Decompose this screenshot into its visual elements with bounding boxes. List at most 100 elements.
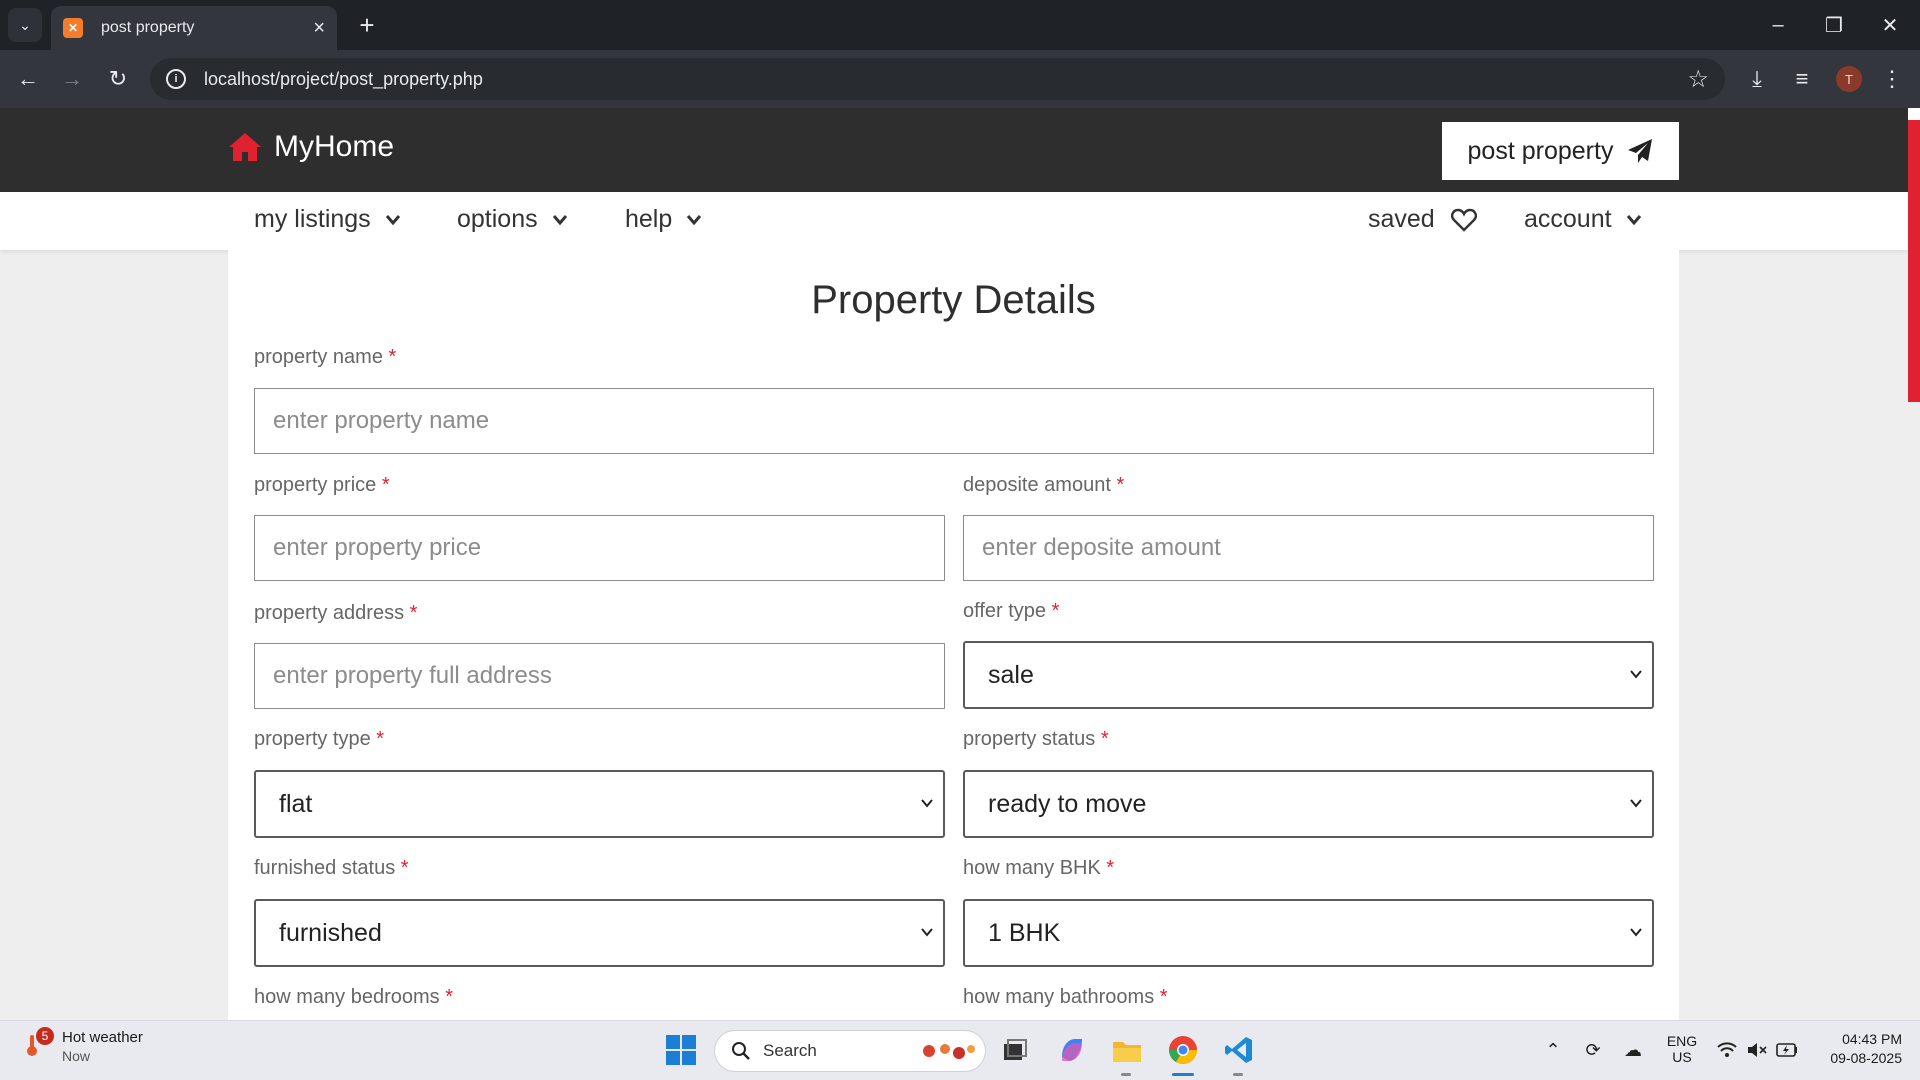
chevron-down-icon <box>1630 799 1642 808</box>
sync-icon[interactable]: ⟳ <box>1582 1039 1604 1061</box>
chevron-up-icon[interactable]: ⌃ <box>1542 1039 1564 1061</box>
offer-type-value: sale <box>988 660 1034 689</box>
chevron-down-icon <box>1630 670 1642 679</box>
download-icon[interactable]: ⤓ <box>1741 63 1773 95</box>
weather-title: Hot weather <box>62 1029 143 1046</box>
wifi-icon[interactable] <box>1716 1039 1738 1061</box>
nav-account[interactable]: account <box>1524 205 1642 234</box>
required-mark: * <box>409 602 418 624</box>
bedrooms-label: how many bedrooms * <box>254 986 453 1009</box>
bhk-label: how many BHK * <box>963 857 1114 880</box>
furnished-status-select[interactable]: furnished <box>254 899 945 967</box>
search-label: Search <box>763 1041 817 1060</box>
home-icon <box>229 133 261 161</box>
nav-help[interactable]: help <box>625 205 702 234</box>
profile-avatar[interactable]: T <box>1836 66 1862 92</box>
copilot-icon[interactable] <box>1055 1033 1089 1067</box>
site-logo[interactable]: MyHome <box>228 130 394 164</box>
vscode-icon[interactable] <box>1222 1033 1256 1067</box>
property-form-card: Property Details property name * enter p… <box>228 250 1679 1020</box>
weather-widget[interactable]: 5 Hot weather Now <box>22 1027 143 1064</box>
required-mark: * <box>1116 474 1125 496</box>
forward-arrow-icon[interactable]: → <box>56 63 88 95</box>
property-type-label: property type * <box>254 728 384 751</box>
chevron-down-icon <box>1630 928 1642 937</box>
bookmark-star-icon[interactable]: ☆ <box>1687 65 1709 94</box>
property-status-select[interactable]: ready to move <box>963 770 1654 838</box>
tab-title: post property <box>101 19 195 36</box>
required-mark: * <box>445 986 454 1008</box>
property-status-label: property status * <box>963 728 1109 751</box>
address-bar[interactable]: i localhost/project/post_property.php ☆ <box>150 58 1725 100</box>
browser-tabstrip: ⌄ ✕ post property × + – ❐ ✕ <box>0 0 1920 50</box>
onedrive-offline-icon[interactable]: ☁ <box>1622 1039 1644 1061</box>
taskbar-search[interactable]: Search <box>714 1030 986 1072</box>
nav-my-listings[interactable]: my listings <box>254 205 401 234</box>
post-property-button[interactable]: post property <box>1442 122 1679 180</box>
scrollbar-track-top <box>1908 108 1920 120</box>
close-window-icon[interactable]: ✕ <box>1870 10 1910 40</box>
bhk-select[interactable]: 1 BHK <box>963 899 1654 967</box>
bedrooms-label-text: how many bedrooms <box>254 986 440 1008</box>
reload-icon[interactable]: ↻ <box>102 63 134 95</box>
nav-options-label: options <box>457 205 538 233</box>
deposite-amount-input[interactable]: enter deposite amount <box>963 515 1654 581</box>
browser-tab-active[interactable]: ✕ post property × <box>51 6 337 50</box>
chrome-icon[interactable] <box>1166 1033 1200 1067</box>
tab-close-icon[interactable]: × <box>313 18 325 38</box>
bathrooms-label: how many bathrooms * <box>963 986 1168 1009</box>
minimize-icon[interactable]: – <box>1758 10 1798 40</box>
property-address-input[interactable]: enter property full address <box>254 643 945 709</box>
volume-muted-icon[interactable] <box>1746 1039 1768 1061</box>
nav-options[interactable]: options <box>457 205 568 234</box>
offer-type-label-text: offer type <box>963 600 1047 622</box>
nav-saved[interactable]: saved <box>1368 205 1477 234</box>
file-explorer-icon[interactable] <box>1110 1033 1144 1067</box>
battery-charging-icon[interactable] <box>1776 1039 1798 1061</box>
windows-start-icon[interactable] <box>666 1035 696 1065</box>
clock[interactable]: 04:43 PM 09-08-2025 <box>1808 1031 1902 1066</box>
search-icon <box>732 1042 750 1060</box>
property-name-label-text: property name <box>254 346 383 368</box>
page-viewport: MyHome post property my listings options… <box>0 108 1920 1020</box>
furnished-status-label: furnished status * <box>254 857 409 880</box>
language-code: ENG <box>1666 1033 1698 1049</box>
property-price-input[interactable]: enter property price <box>254 515 945 581</box>
heart-icon <box>1450 208 1477 232</box>
chrome-menu-icon[interactable]: ⋮ <box>1876 63 1908 95</box>
deposite-amount-label-text: deposite amount <box>963 474 1111 496</box>
property-status-value: ready to move <box>988 789 1147 818</box>
language-indicator[interactable]: ENG US <box>1664 1033 1700 1065</box>
deposite-amount-label: deposite amount * <box>963 474 1124 497</box>
nav-my-listings-label: my listings <box>254 205 371 233</box>
logo-text: MyHome <box>274 130 395 163</box>
site-info-icon[interactable]: i <box>166 69 186 89</box>
bhk-label-text: how many BHK <box>963 857 1101 879</box>
weather-subtitle: Now <box>62 1048 91 1064</box>
clock-date: 09-08-2025 <box>1830 1050 1902 1066</box>
property-type-label-text: property type <box>254 728 371 750</box>
property-type-select[interactable]: flat <box>254 770 945 838</box>
restore-icon[interactable]: ❐ <box>1814 10 1854 40</box>
clock-time: 04:43 PM <box>1842 1031 1902 1047</box>
search-highlight-icon <box>923 1044 975 1059</box>
post-property-label: post property <box>1467 136 1614 165</box>
url-text[interactable]: localhost/project/post_property.php <box>204 69 1687 90</box>
task-view-icon[interactable] <box>998 1033 1032 1067</box>
property-name-input[interactable]: enter property name <box>254 388 1654 454</box>
media-control-icon[interactable]: ≡ <box>1786 63 1818 95</box>
new-tab-button[interactable]: + <box>352 10 382 40</box>
weather-badge: 5 <box>36 1027 54 1045</box>
property-status-label-text: property status <box>963 728 1096 750</box>
furnished-status-label-text: furnished status <box>254 857 396 879</box>
tab-search-button[interactable]: ⌄ <box>8 8 42 42</box>
chevron-down-icon <box>687 214 702 225</box>
offer-type-select[interactable]: sale <box>963 641 1654 709</box>
required-mark: * <box>1100 728 1109 750</box>
back-arrow-icon[interactable]: ← <box>12 63 44 95</box>
furnished-status-value: furnished <box>279 918 382 947</box>
property-address-label-text: property address <box>254 602 405 624</box>
scrollbar-thumb[interactable] <box>1908 120 1920 402</box>
vscode-running-indicator <box>1233 1073 1243 1076</box>
weather-text: Hot weather Now <box>62 1029 143 1064</box>
